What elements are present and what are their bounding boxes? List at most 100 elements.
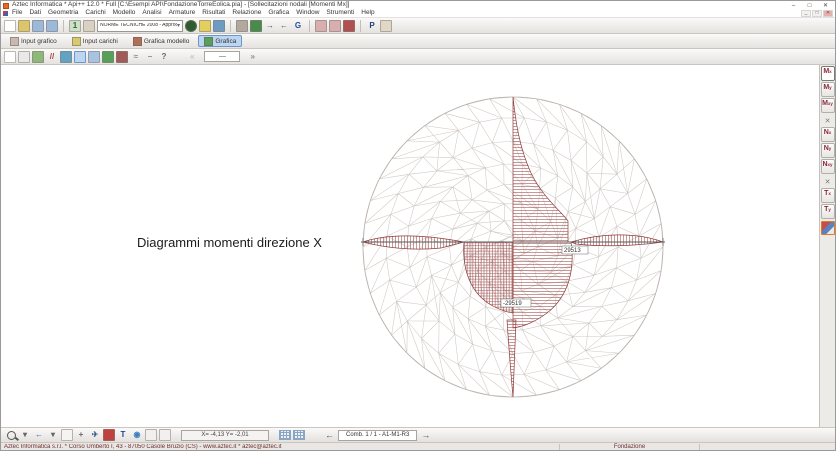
deselect-icon[interactable] — [4, 51, 16, 63]
ny-button[interactable]: Ny — [821, 143, 835, 158]
company-info: Aztec Informatica s.r.l. * Corso Umberto… — [1, 444, 560, 450]
rebar-table-icon[interactable] — [343, 20, 355, 32]
menu-armature[interactable]: Armature — [169, 10, 196, 17]
menu-analisi[interactable]: Analisi — [142, 10, 161, 17]
zoom-lens-icon[interactable] — [5, 429, 17, 441]
mxy-button[interactable]: Mxy — [821, 98, 835, 113]
min-moment-label: -29519 — [503, 301, 522, 307]
menu-modello[interactable]: Modello — [113, 10, 136, 17]
diagram-bars-icon[interactable] — [88, 51, 100, 63]
hand-pan-icon[interactable] — [61, 429, 73, 441]
menu-geometria[interactable]: Geometria — [48, 10, 78, 17]
prev-diagram-button[interactable]: « — [186, 53, 198, 61]
node-table-icon[interactable] — [279, 430, 291, 440]
menu-window[interactable]: Window — [296, 10, 319, 17]
cut-x-icon[interactable]: ✕ — [821, 114, 835, 127]
toolbar-separator — [230, 20, 231, 32]
fly-view-icon[interactable]: ✈ — [89, 429, 101, 441]
help-query-icon[interactable]: ? — [158, 51, 170, 63]
flat-bar-icon[interactable] — [116, 51, 128, 63]
geotech-g-icon[interactable]: G — [292, 20, 304, 32]
new-file-icon[interactable] — [4, 20, 16, 32]
window-title: Aztec Informatica * Api++ 12.0 * Full [C… — [12, 2, 786, 9]
nx-button[interactable]: Nx — [821, 127, 835, 142]
next-combination-button[interactable]: → — [421, 431, 430, 440]
dash-line-icon[interactable]: – — [144, 51, 156, 63]
drawing-canvas[interactable]: 29513-29519 Diagrammi momenti direzione … — [1, 65, 819, 427]
grid-input-icon — [10, 37, 19, 46]
mx-button[interactable]: Mx — [821, 66, 835, 81]
rebar-section-icon[interactable] — [315, 20, 327, 32]
back-arrow-icon[interactable]: ← — [33, 429, 45, 441]
print-preview-icon[interactable]: P — [366, 20, 378, 32]
cut-y-icon[interactable]: ✕ — [821, 175, 835, 188]
save-icon[interactable] — [32, 20, 44, 32]
globe-view-icon[interactable]: ◉ — [131, 429, 143, 441]
diagram-index-box[interactable]: — — [204, 51, 240, 62]
mdi-restore-button[interactable]: □ — [812, 10, 822, 17]
material-sphere-icon[interactable] — [185, 20, 197, 32]
wave-lines-icon[interactable]: ≈ — [130, 51, 142, 63]
element-table-icon[interactable] — [293, 430, 305, 440]
back-dropdown-icon[interactable]: ▾ — [47, 429, 59, 441]
menu-risultati[interactable]: Risultati — [202, 10, 225, 17]
main-toolbar: 1 NORME TECNICHE 2008 - Approccio 2 ▾ →←… — [1, 18, 835, 34]
grid-points-icon[interactable] — [18, 51, 30, 63]
hatch-style-icon[interactable]: // — [46, 51, 58, 63]
menu-grafica[interactable]: Grafica — [268, 10, 289, 17]
tab-input-grafico[interactable]: Input grafico — [4, 35, 63, 47]
module-preview-button[interactable] — [821, 221, 835, 235]
soil-layers-icon[interactable] — [32, 51, 44, 63]
norme-tecniche-select[interactable]: NORME TECNICHE 2008 - Approccio 2 ▾ — [97, 20, 183, 32]
stop-flag-icon[interactable] — [103, 429, 115, 441]
zoom-dropdown-icon[interactable]: ▾ — [19, 429, 31, 441]
analysis-tools-icon[interactable] — [236, 20, 248, 32]
rebar-area-icon[interactable] — [329, 20, 341, 32]
tab-input-carichi[interactable]: Input carichi — [66, 35, 124, 47]
menu-relazione[interactable]: Relazione — [232, 10, 261, 17]
units-icon[interactable]: 1 — [69, 20, 81, 32]
prev-combination-button[interactable]: ← — [325, 431, 334, 440]
open-folder-icon[interactable] — [18, 20, 30, 32]
tab-input-carichi-label: Input carichi — [83, 38, 118, 45]
menu-help[interactable]: Help — [361, 10, 374, 17]
render-globe-icon[interactable] — [60, 51, 72, 63]
save-all-icon[interactable] — [46, 20, 58, 32]
mdi-minimize-button[interactable]: _ — [801, 10, 811, 17]
menu-carichi[interactable]: Carichi — [85, 10, 105, 17]
minimize-button[interactable]: – — [786, 2, 801, 10]
mdi-close-button[interactable]: ✕ — [823, 10, 833, 17]
mesh-grid-icon[interactable] — [213, 20, 225, 32]
menu-strumenti[interactable]: Strumenti — [326, 10, 354, 17]
paste-report-icon[interactable] — [380, 20, 392, 32]
import-icon[interactable]: ← — [278, 20, 290, 32]
toolbar-separator — [63, 20, 64, 32]
print-page-icon[interactable] — [159, 429, 171, 441]
bottom-toolbar: ▾←▾+✈T◉ X= -4,13 Y= -2,01 ← Comb. 1 / 1 … — [1, 427, 835, 442]
archive-icon[interactable] — [83, 20, 95, 32]
run-check-icon[interactable] — [250, 20, 262, 32]
nxy-button[interactable]: Nxy — [821, 159, 835, 174]
green-bar-icon[interactable] — [102, 51, 114, 63]
text-annotation-icon[interactable]: T — [117, 429, 129, 441]
tab-grafica[interactable]: Grafica — [198, 35, 242, 47]
window-controls: – □ ✕ — [786, 2, 833, 10]
export-icon[interactable]: → — [264, 20, 276, 32]
maximize-button[interactable]: □ — [802, 2, 817, 10]
tab-grafica-modello[interactable]: Grafica modello — [127, 35, 196, 47]
mesh-view-icon[interactable] — [74, 51, 86, 63]
tx-button[interactable]: Tx — [821, 188, 835, 203]
next-diagram-button[interactable]: » — [246, 53, 258, 61]
select-cursor-icon[interactable]: + — [75, 429, 87, 441]
my-button[interactable]: My — [821, 82, 835, 97]
menu-dati[interactable]: Dati — [29, 10, 41, 17]
snapshot-page-icon[interactable] — [145, 429, 157, 441]
graphics-icon — [204, 37, 213, 46]
module-name: Fondazione — [560, 444, 700, 450]
norme-tecniche-value: NORME TECNICHE 2008 - Approccio 2 — [100, 23, 177, 28]
layers-icon[interactable] — [199, 20, 211, 32]
close-button[interactable]: ✕ — [818, 2, 833, 10]
menu-file[interactable]: File — [12, 10, 22, 17]
ty-button[interactable]: Ty — [821, 204, 835, 219]
menu-items: File Dati Geometria Carichi Modello Analisi Ar… — [12, 10, 382, 17]
